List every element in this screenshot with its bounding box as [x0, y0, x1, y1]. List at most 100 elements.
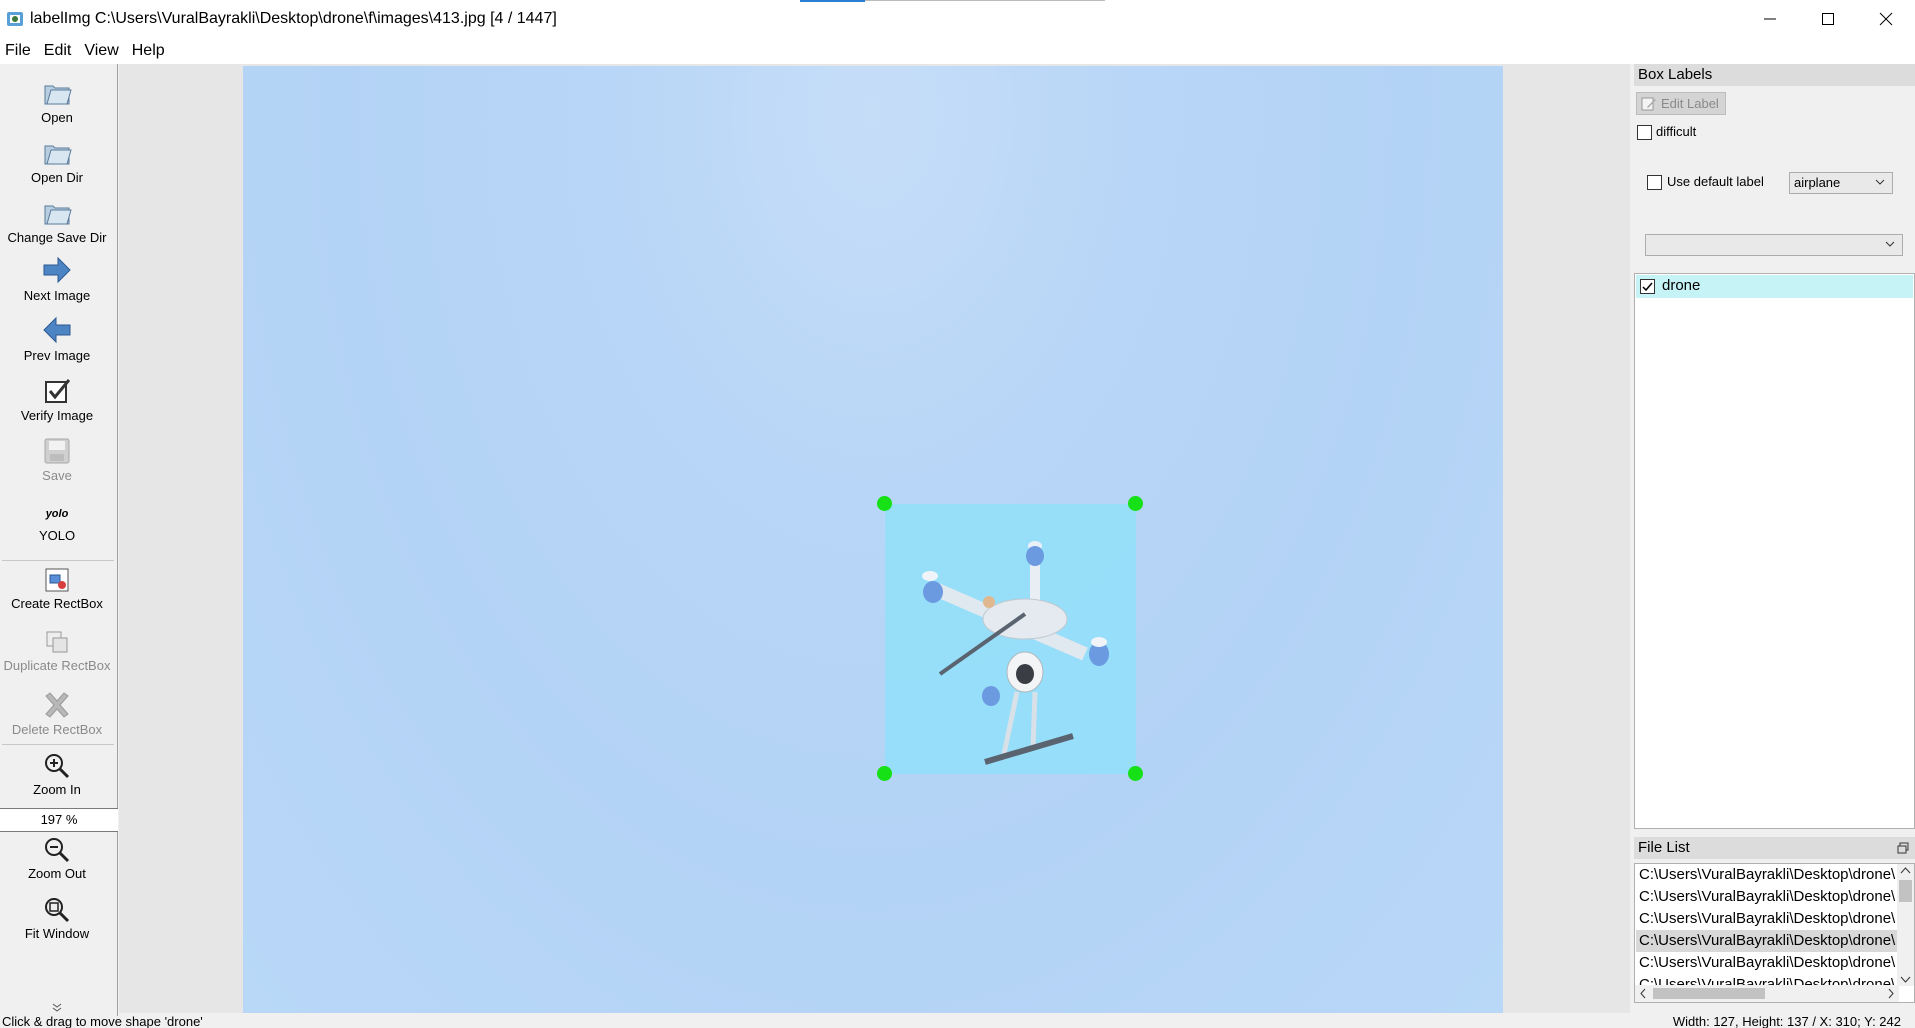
close-icon — [1879, 12, 1893, 26]
next-image-button[interactable]: Next Image — [0, 254, 114, 303]
open-folder-icon — [44, 145, 72, 165]
delete-x-icon — [45, 692, 69, 718]
open-button[interactable]: Open — [0, 76, 114, 125]
file-list-vertical-scrollbar[interactable] — [1897, 864, 1914, 986]
scrollbar-thumb[interactable] — [1899, 880, 1912, 902]
minimize-icon — [1764, 18, 1776, 20]
label-visible-checkbox[interactable] — [1640, 279, 1655, 294]
create-rectbox-icon — [45, 568, 69, 592]
zoom-in-button[interactable]: Zoom In — [0, 752, 114, 797]
image-canvas[interactable] — [119, 64, 1630, 1013]
duplicate-rectbox-button[interactable]: Duplicate RectBox — [0, 628, 114, 673]
bbox-handle-bottom-left[interactable] — [877, 766, 892, 781]
default-label-value: airplane — [1794, 175, 1841, 190]
bbox-handle-top-right[interactable] — [1128, 496, 1143, 511]
verify-image-button[interactable]: Verify Image — [0, 376, 114, 423]
toolbar-separator — [2, 744, 114, 745]
drone-image — [922, 541, 1109, 765]
sky-image — [243, 66, 1503, 1013]
bbox-handle-bottom-right[interactable] — [1128, 766, 1143, 781]
zoom-level-field[interactable]: 197 % — [0, 808, 118, 832]
zoom-in-icon — [45, 754, 70, 779]
duplicate-icon — [46, 631, 68, 653]
open-dir-label: Open Dir — [30, 170, 84, 185]
box-labels-title: Box Labels — [1634, 64, 1915, 86]
delete-rectbox-button[interactable]: Delete RectBox — [0, 690, 114, 737]
duplicate-rectbox-label: Duplicate RectBox — [3, 658, 111, 673]
file-list-item[interactable]: C:\Users\VuralBayrakli\Desktop\drone\ — [1636, 864, 1898, 886]
delete-rectbox-label: Delete RectBox — [11, 722, 103, 737]
arrow-left-icon — [43, 316, 71, 344]
label-filter-dropdown[interactable] — [1645, 234, 1903, 256]
chevron-right-icon — [1888, 988, 1894, 999]
status-message: Click & drag to move shape 'drone' — [2, 1016, 203, 1028]
zoom-out-icon — [45, 838, 70, 863]
toolbar-extension-chevron-icon[interactable] — [51, 1002, 63, 1014]
edit-label-text: Edit Label — [1661, 96, 1719, 111]
label-list-item[interactable]: drone — [1636, 275, 1913, 298]
menu-bar: File Edit View Help — [0, 38, 1915, 64]
change-save-dir-button[interactable]: Change Save Dir — [0, 196, 114, 245]
undock-icon[interactable] — [1897, 842, 1909, 854]
create-rectbox-label: Create RectBox — [11, 596, 103, 611]
scrollbar-thumb[interactable] — [1653, 988, 1765, 999]
close-button[interactable] — [1857, 0, 1915, 38]
open-folder-icon — [44, 205, 72, 225]
zoom-in-label: Zoom In — [33, 782, 81, 797]
checkmark-icon — [1642, 282, 1653, 292]
chevron-left-icon — [1640, 988, 1646, 999]
save-button[interactable]: Save — [0, 436, 114, 483]
left-toolbar: Open Open Dir Change Save Dir Next Image… — [0, 64, 118, 1016]
menu-file[interactable]: File — [0, 42, 37, 60]
toolbar-separator — [2, 560, 114, 561]
edit-label-button[interactable]: Edit Label — [1636, 92, 1726, 115]
open-folder-icon — [44, 85, 72, 105]
chevron-down-icon — [1900, 976, 1911, 983]
fit-window-button[interactable]: Fit Window — [0, 896, 114, 941]
zoom-out-button[interactable]: Zoom Out — [0, 836, 114, 881]
right-dock: Box Labels Edit Label difficult Use defa… — [1634, 64, 1915, 1016]
title-accent-line — [800, 0, 865, 2]
label-list-item-text: drone — [1662, 277, 1701, 294]
change-save-dir-label: Change Save Dir — [7, 230, 107, 245]
maximize-icon — [1822, 13, 1834, 25]
open-label: Open — [41, 110, 73, 125]
title-accent-line — [865, 0, 1105, 1]
minimize-button[interactable] — [1741, 0, 1799, 38]
file-list-item[interactable]: C:\Users\VuralBayrakli\Desktop\drone\ — [1636, 886, 1898, 908]
chevron-down-icon — [1885, 241, 1895, 247]
default-label-dropdown[interactable]: airplane — [1789, 172, 1893, 194]
label-list[interactable]: drone — [1634, 273, 1915, 829]
chevron-up-icon — [1900, 867, 1911, 874]
menu-view[interactable]: View — [79, 42, 124, 60]
create-rectbox-button[interactable]: Create RectBox — [0, 566, 114, 611]
checkbox-checked-icon — [45, 379, 71, 403]
verify-image-label: Verify Image — [20, 408, 94, 423]
zoom-out-label: Zoom Out — [28, 866, 86, 881]
menu-help[interactable]: Help — [127, 42, 171, 60]
difficult-label: difficult — [1656, 124, 1697, 139]
yolo-format-button[interactable]: yolo YOLO — [0, 504, 114, 543]
prev-image-label: Prev Image — [23, 348, 91, 363]
file-list-item-selected[interactable]: C:\Users\VuralBayrakli\Desktop\drone\ — [1636, 930, 1898, 952]
fit-window-icon — [45, 898, 70, 923]
file-list-item[interactable]: C:\Users\VuralBayrakli\Desktop\drone\ — [1636, 952, 1898, 974]
file-list-horizontal-scrollbar[interactable] — [1635, 985, 1899, 1002]
bounding-box-drone[interactable] — [877, 496, 1143, 781]
arrow-right-icon — [43, 256, 71, 284]
maximize-button[interactable] — [1799, 0, 1857, 38]
prev-image-button[interactable]: Prev Image — [0, 314, 114, 363]
bbox-handle-top-left[interactable] — [877, 496, 892, 511]
menu-edit[interactable]: Edit — [39, 42, 78, 60]
difficult-checkbox[interactable] — [1637, 125, 1652, 140]
open-dir-button[interactable]: Open Dir — [0, 136, 114, 185]
save-label: Save — [42, 468, 72, 483]
yolo-label: YOLO — [38, 528, 76, 543]
file-list-title-text: File List — [1638, 839, 1690, 856]
status-bar: Click & drag to move shape 'drone' Width… — [0, 1016, 1915, 1028]
use-default-label-checkbox[interactable] — [1647, 175, 1662, 190]
file-list-item[interactable]: C:\Users\VuralBayrakli\Desktop\drone\ — [1636, 908, 1898, 930]
file-list[interactable]: C:\Users\VuralBayrakli\Desktop\drone\ C:… — [1634, 863, 1915, 1003]
yolo-icon: yolo — [45, 508, 69, 520]
use-default-label-text: Use default label — [1667, 174, 1764, 189]
